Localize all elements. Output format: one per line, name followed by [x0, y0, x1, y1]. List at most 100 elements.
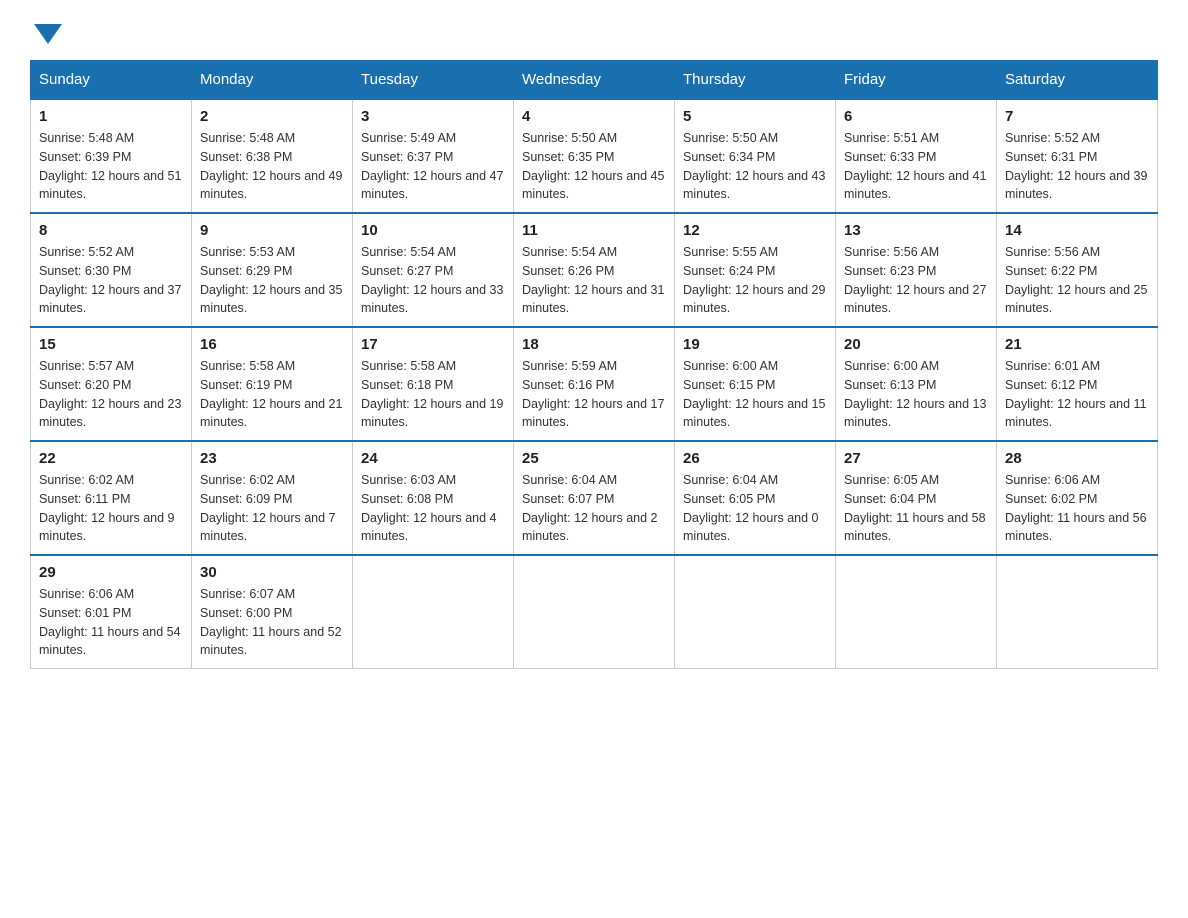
day-number: 11	[522, 222, 666, 239]
day-info: Sunrise: 6:06 AMSunset: 6:01 PMDaylight:…	[39, 585, 183, 660]
day-info: Sunrise: 6:04 AMSunset: 6:07 PMDaylight:…	[522, 471, 666, 546]
day-number: 19	[683, 336, 827, 353]
day-info: Sunrise: 5:52 AMSunset: 6:31 PMDaylight:…	[1005, 129, 1149, 204]
calendar-cell: 23 Sunrise: 6:02 AMSunset: 6:09 PMDayligh…	[192, 441, 353, 555]
day-info: Sunrise: 5:48 AMSunset: 6:39 PMDaylight:…	[39, 129, 183, 204]
day-info: Sunrise: 5:57 AMSunset: 6:20 PMDaylight:…	[39, 357, 183, 432]
calendar-cell: 9Sunrise: 5:53 AMSunset: 6:29 PMDaylight…	[192, 213, 353, 327]
day-number: 16	[200, 336, 344, 353]
day-info: Sunrise: 6:03 AMSunset: 6:08 PMDaylight:…	[361, 471, 505, 546]
week-row-4: 22Sunrise: 6:02 AMSunset: 6:11 PMDayligh…	[31, 441, 1158, 555]
day-number: 20	[844, 336, 988, 353]
day-info: Sunrise: 6:04 AMSunset: 6:05 PMDaylight:…	[683, 471, 827, 546]
day-number: 6	[844, 108, 988, 125]
day-number: 15	[39, 336, 183, 353]
day-info: Sunrise: 6:06 AMSunset: 6:02 PMDaylight:…	[1005, 471, 1149, 546]
calendar-cell	[514, 555, 675, 669]
weekday-header-tuesday: Tuesday	[353, 61, 514, 100]
calendar-table: SundayMondayTuesdayWednesdayThursdayFrid…	[30, 60, 1158, 669]
day-number: 24	[361, 450, 505, 467]
day-info: Sunrise: 5:49 AMSunset: 6:37 PMDaylight:…	[361, 129, 505, 204]
calendar-cell: 20 Sunrise: 6:00 AMSunset: 6:13 PMDayligh…	[836, 327, 997, 441]
day-number: 10	[361, 222, 505, 239]
day-number: 28	[1005, 450, 1149, 467]
day-info: Sunrise: 5:55 AMSunset: 6:24 PMDaylight:…	[683, 243, 827, 318]
week-row-3: 15 Sunrise: 5:57 AMSunset: 6:20 PMDayligh…	[31, 327, 1158, 441]
day-info: Sunrise: 5:58 AMSunset: 6:18 PMDaylight:…	[361, 357, 505, 432]
calendar-cell: 17 Sunrise: 5:58 AMSunset: 6:18 PMDayligh…	[353, 327, 514, 441]
week-row-5: 29 Sunrise: 6:06 AMSunset: 6:01 PMDayligh…	[31, 555, 1158, 669]
calendar-cell	[353, 555, 514, 669]
day-number: 27	[844, 450, 988, 467]
weekday-header-wednesday: Wednesday	[514, 61, 675, 100]
day-info: Sunrise: 5:58 AMSunset: 6:19 PMDaylight:…	[200, 357, 344, 432]
day-info: Sunrise: 5:59 AMSunset: 6:16 PMDaylight:…	[522, 357, 666, 432]
calendar-cell: 25 Sunrise: 6:04 AMSunset: 6:07 PMDayligh…	[514, 441, 675, 555]
day-number: 29	[39, 564, 183, 581]
weekday-header-friday: Friday	[836, 61, 997, 100]
day-info: Sunrise: 5:56 AMSunset: 6:23 PMDaylight:…	[844, 243, 988, 318]
day-number: 1	[39, 108, 183, 125]
day-number: 30	[200, 564, 344, 581]
day-info: Sunrise: 6:01 AMSunset: 6:12 PMDaylight:…	[1005, 357, 1149, 432]
weekday-header-row: SundayMondayTuesdayWednesdayThursdayFrid…	[31, 61, 1158, 100]
day-info: Sunrise: 6:00 AMSunset: 6:15 PMDaylight:…	[683, 357, 827, 432]
calendar-cell: 3 Sunrise: 5:49 AMSunset: 6:37 PMDaylight…	[353, 99, 514, 213]
day-number: 12	[683, 222, 827, 239]
day-number: 3	[361, 108, 505, 125]
calendar-cell: 22Sunrise: 6:02 AMSunset: 6:11 PMDayligh…	[31, 441, 192, 555]
calendar-cell	[997, 555, 1158, 669]
calendar-cell: 28 Sunrise: 6:06 AMSunset: 6:02 PMDayligh…	[997, 441, 1158, 555]
calendar-cell: 14Sunrise: 5:56 AMSunset: 6:22 PMDayligh…	[997, 213, 1158, 327]
calendar-cell: 30 Sunrise: 6:07 AMSunset: 6:00 PMDayligh…	[192, 555, 353, 669]
logo-triangle-icon	[34, 24, 62, 44]
day-number: 25	[522, 450, 666, 467]
calendar-cell: 5Sunrise: 5:50 AMSunset: 6:34 PMDaylight…	[675, 99, 836, 213]
calendar-cell: 21 Sunrise: 6:01 AMSunset: 6:12 PMDayligh…	[997, 327, 1158, 441]
calendar-cell: 12 Sunrise: 5:55 AMSunset: 6:24 PMDayligh…	[675, 213, 836, 327]
calendar-cell: 19 Sunrise: 6:00 AMSunset: 6:15 PMDayligh…	[675, 327, 836, 441]
day-info: Sunrise: 6:07 AMSunset: 6:00 PMDaylight:…	[200, 585, 344, 660]
calendar-cell: 1 Sunrise: 5:48 AMSunset: 6:39 PMDaylight…	[31, 99, 192, 213]
day-info: Sunrise: 6:05 AMSunset: 6:04 PMDaylight:…	[844, 471, 988, 546]
day-number: 21	[1005, 336, 1149, 353]
day-info: Sunrise: 5:53 AMSunset: 6:29 PMDaylight:…	[200, 243, 344, 318]
week-row-1: 1 Sunrise: 5:48 AMSunset: 6:39 PMDaylight…	[31, 99, 1158, 213]
calendar-cell: 2 Sunrise: 5:48 AMSunset: 6:38 PMDaylight…	[192, 99, 353, 213]
day-number: 7	[1005, 108, 1149, 125]
weekday-header-sunday: Sunday	[31, 61, 192, 100]
calendar-cell	[675, 555, 836, 669]
day-number: 5	[683, 108, 827, 125]
calendar-cell: 18 Sunrise: 5:59 AMSunset: 6:16 PMDayligh…	[514, 327, 675, 441]
day-number: 4	[522, 108, 666, 125]
page-header	[30, 20, 1158, 40]
calendar-cell: 10 Sunrise: 5:54 AMSunset: 6:27 PMDayligh…	[353, 213, 514, 327]
calendar-cell: 11 Sunrise: 5:54 AMSunset: 6:26 PMDayligh…	[514, 213, 675, 327]
calendar-cell: 7 Sunrise: 5:52 AMSunset: 6:31 PMDaylight…	[997, 99, 1158, 213]
calendar-cell: 6 Sunrise: 5:51 AMSunset: 6:33 PMDaylight…	[836, 99, 997, 213]
day-number: 22	[39, 450, 183, 467]
day-number: 8	[39, 222, 183, 239]
weekday-header-saturday: Saturday	[997, 61, 1158, 100]
calendar-cell: 27 Sunrise: 6:05 AMSunset: 6:04 PMDayligh…	[836, 441, 997, 555]
calendar-cell: 29 Sunrise: 6:06 AMSunset: 6:01 PMDayligh…	[31, 555, 192, 669]
day-info: Sunrise: 5:48 AMSunset: 6:38 PMDaylight:…	[200, 129, 344, 204]
day-info: Sunrise: 5:54 AMSunset: 6:26 PMDaylight:…	[522, 243, 666, 318]
calendar-cell: 4 Sunrise: 5:50 AMSunset: 6:35 PMDaylight…	[514, 99, 675, 213]
day-info: Sunrise: 5:56 AMSunset: 6:22 PMDaylight:…	[1005, 243, 1149, 318]
day-info: Sunrise: 5:51 AMSunset: 6:33 PMDaylight:…	[844, 129, 988, 204]
day-info: Sunrise: 5:52 AMSunset: 6:30 PMDaylight:…	[39, 243, 183, 318]
day-number: 17	[361, 336, 505, 353]
day-number: 18	[522, 336, 666, 353]
day-info: Sunrise: 5:54 AMSunset: 6:27 PMDaylight:…	[361, 243, 505, 318]
day-number: 26	[683, 450, 827, 467]
day-number: 13	[844, 222, 988, 239]
day-info: Sunrise: 6:02 AMSunset: 6:09 PMDaylight:…	[200, 471, 344, 546]
day-info: Sunrise: 6:00 AMSunset: 6:13 PMDaylight:…	[844, 357, 988, 432]
day-number: 23	[200, 450, 344, 467]
day-number: 2	[200, 108, 344, 125]
calendar-cell	[836, 555, 997, 669]
day-info: Sunrise: 5:50 AMSunset: 6:35 PMDaylight:…	[522, 129, 666, 204]
calendar-cell: 15 Sunrise: 5:57 AMSunset: 6:20 PMDayligh…	[31, 327, 192, 441]
calendar-cell: 26 Sunrise: 6:04 AMSunset: 6:05 PMDayligh…	[675, 441, 836, 555]
